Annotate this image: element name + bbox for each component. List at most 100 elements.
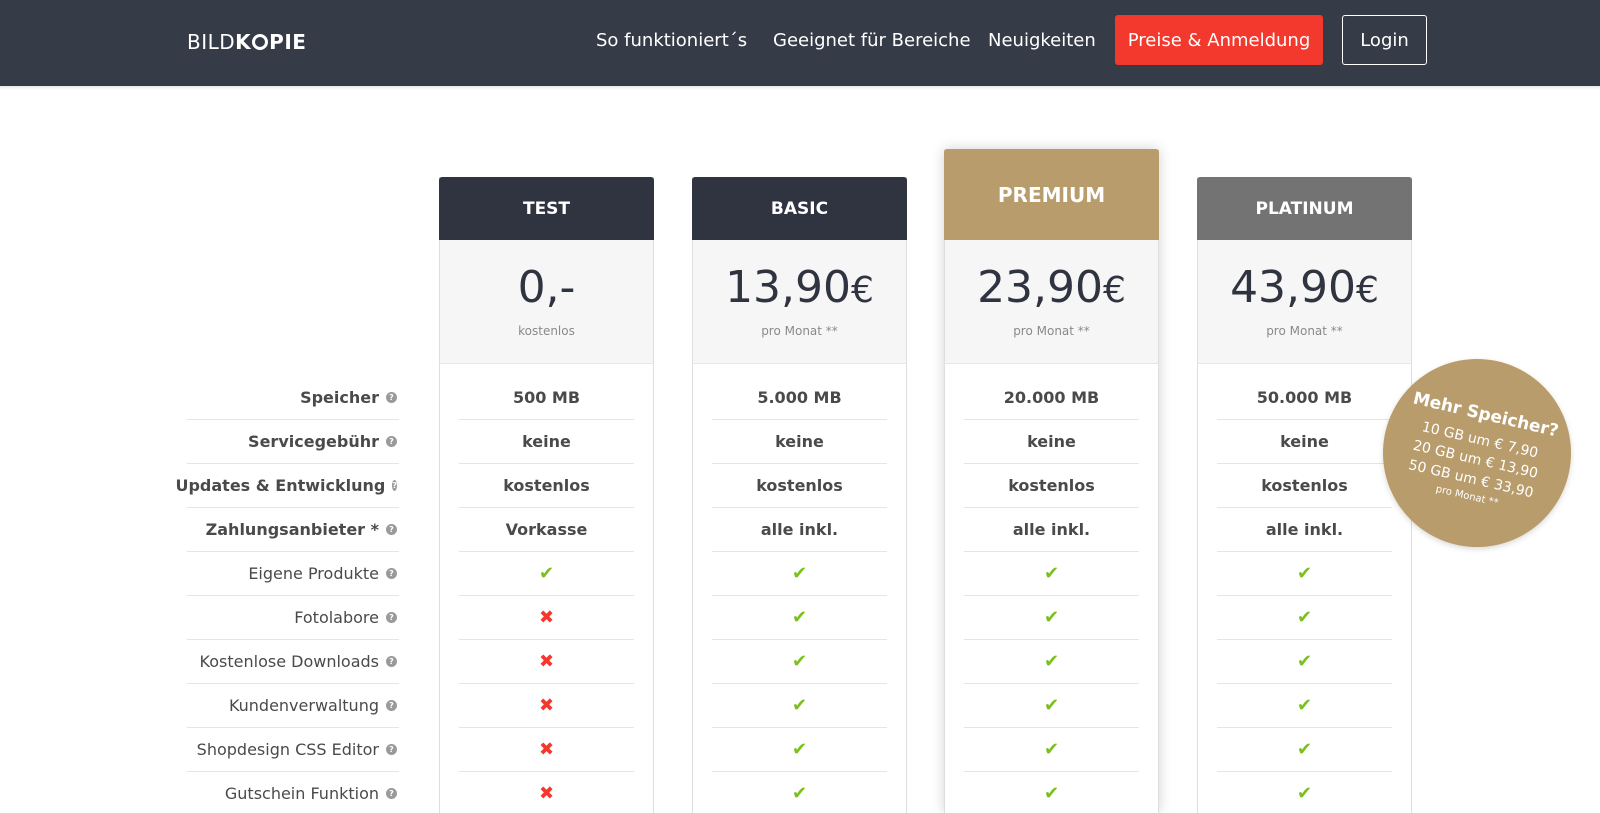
question-circle-icon[interactable]: ?: [386, 392, 397, 403]
cross-icon: ✖: [459, 640, 634, 684]
plan-feature-value: kostenlos: [964, 464, 1139, 508]
plan-price: 43,90€: [1198, 262, 1411, 313]
plan-price-amount: 43,90: [1230, 262, 1357, 313]
check-icon: ✔: [1217, 728, 1392, 772]
check-icon: ✔: [712, 640, 887, 684]
feature-label-row: Fotolabore?: [187, 596, 399, 640]
plan-feature-value: alle inkl.: [712, 508, 887, 552]
feature-label: Eigene Produkte: [248, 564, 379, 583]
plan-feature-value: 20.000 MB: [964, 376, 1139, 420]
feature-label-row: Shopdesign CSS Editor?: [187, 728, 399, 772]
check-icon: ✔: [712, 596, 887, 640]
plan-price-note: pro Monat **: [1266, 324, 1343, 338]
cross-icon: ✖: [459, 596, 634, 640]
plan-name: PREMIUM: [944, 149, 1159, 240]
check-icon: ✔: [712, 772, 887, 813]
plan-feature-value: keine: [1217, 420, 1392, 464]
feature-label: Speicher: [300, 388, 379, 407]
plan-feature-value: 5.000 MB: [712, 376, 887, 420]
plan-price-note: pro Monat **: [1013, 324, 1090, 338]
plan-feature-value: kostenlos: [459, 464, 634, 508]
check-icon: ✔: [459, 552, 634, 596]
check-icon: ✔: [964, 640, 1139, 684]
plan-feature-value: 500 MB: [459, 376, 634, 420]
more-storage-badge: Mehr Speicher? 10 GB um € 7,90 20 GB um …: [1383, 359, 1571, 547]
feature-label-row: Kundenverwaltung?: [187, 684, 399, 728]
question-circle-icon[interactable]: ?: [386, 524, 397, 535]
plan-name: BASIC: [692, 177, 907, 240]
question-circle-icon[interactable]: ?: [386, 436, 397, 447]
plan-price-amount: 23,90: [977, 262, 1104, 313]
feature-label-row: Updates & Entwicklung?: [175, 464, 399, 508]
plan-price-box: 13,90€ pro Monat **: [692, 240, 907, 364]
logo-text-part-3: PIE: [269, 30, 307, 54]
bildkopie-logo[interactable]: BILD K PIE: [187, 28, 306, 56]
plan-price-currency: €: [1103, 270, 1126, 311]
feature-label: Zahlungsanbieter *: [205, 520, 379, 539]
plan-feature-value: keine: [712, 420, 887, 464]
question-circle-icon[interactable]: ?: [386, 788, 397, 799]
check-icon: ✔: [964, 596, 1139, 640]
plan-price-currency: €: [851, 270, 874, 311]
plan-price-amount: 0,-: [517, 262, 576, 313]
check-icon: ✔: [964, 772, 1139, 813]
check-icon: ✔: [712, 552, 887, 596]
check-icon: ✔: [712, 684, 887, 728]
cross-icon: ✖: [459, 684, 634, 728]
plan-column-premium: PREMIUM 23,90€ pro Monat ** 20.000 MB keine k…: [944, 0, 1159, 813]
plan-price: 13,90€: [693, 262, 906, 313]
logo-text-part-2: K: [235, 30, 252, 54]
question-circle-icon[interactable]: ?: [386, 612, 397, 623]
plan-price-currency: €: [1356, 270, 1379, 311]
logo-text-part-1: BILD: [187, 30, 236, 54]
check-icon: ✔: [964, 684, 1139, 728]
check-icon: ✔: [1217, 552, 1392, 596]
question-circle-icon[interactable]: ?: [386, 744, 397, 755]
feature-label-row: Kostenlose Downloads?: [187, 640, 399, 684]
plan-name: TEST: [439, 177, 654, 240]
check-icon: ✔: [1217, 596, 1392, 640]
feature-label: Updates & Entwicklung: [175, 476, 386, 495]
plan-price-box: 23,90€ pro Monat **: [944, 240, 1159, 364]
plan-price-box: 0,- kostenlos: [439, 240, 654, 364]
feature-label-row: Servicegebühr?: [187, 420, 399, 464]
plan-feature-value: kostenlos: [712, 464, 887, 508]
feature-label-row: Speicher?: [187, 376, 399, 420]
plan-price: 0,-: [440, 262, 653, 313]
check-icon: ✔: [964, 728, 1139, 772]
feature-label-row: Gutschein Funktion?: [187, 772, 399, 813]
plan-feature-value: alle inkl.: [964, 508, 1139, 552]
plan-feature-value: keine: [964, 420, 1139, 464]
feature-label: Servicegebühr: [248, 432, 379, 451]
feature-label: Kundenverwaltung: [228, 696, 379, 715]
question-circle-icon[interactable]: ?: [392, 480, 397, 491]
plan-price-note: kostenlos: [518, 324, 575, 338]
feature-label: Gutschein Funktion: [224, 784, 379, 803]
plan-price: 23,90€: [945, 262, 1158, 313]
check-icon: ✔: [712, 728, 887, 772]
check-icon: ✔: [1217, 640, 1392, 684]
plan-feature-value: kostenlos: [1217, 464, 1392, 508]
check-icon: ✔: [964, 552, 1139, 596]
check-icon: ✔: [1217, 772, 1392, 813]
plan-price-box: 43,90€ pro Monat **: [1197, 240, 1412, 364]
plan-feature-value: keine: [459, 420, 634, 464]
plan-feature-value: 50.000 MB: [1217, 376, 1392, 420]
feature-label-row: Zahlungsanbieter *?: [187, 508, 399, 552]
plan-column-basic: BASIC 13,90€ pro Monat ** 5.000 MB keine kost…: [692, 0, 907, 813]
cross-icon: ✖: [459, 728, 634, 772]
feature-label: Fotolabore: [294, 608, 379, 627]
question-circle-icon[interactable]: ?: [386, 568, 397, 579]
feature-label: Shopdesign CSS Editor: [196, 740, 379, 759]
plan-feature-value: Vorkasse: [459, 508, 634, 552]
feature-label: Kostenlose Downloads: [199, 652, 379, 671]
question-circle-icon[interactable]: ?: [386, 700, 397, 711]
plan-column-test: TEST 0,- kostenlos 500 MB keine kostenlos Vork…: [439, 0, 654, 813]
plan-column-platinum: PLATINUM 43,90€ pro Monat ** 50.000 MB keine…: [1197, 0, 1412, 813]
cross-icon: ✖: [459, 772, 634, 813]
feature-label-row: Eigene Produkte?: [187, 552, 399, 596]
plan-price-note: pro Monat **: [761, 324, 838, 338]
question-circle-icon[interactable]: ?: [386, 656, 397, 667]
plan-price-amount: 13,90: [725, 262, 852, 313]
check-icon: ✔: [1217, 684, 1392, 728]
